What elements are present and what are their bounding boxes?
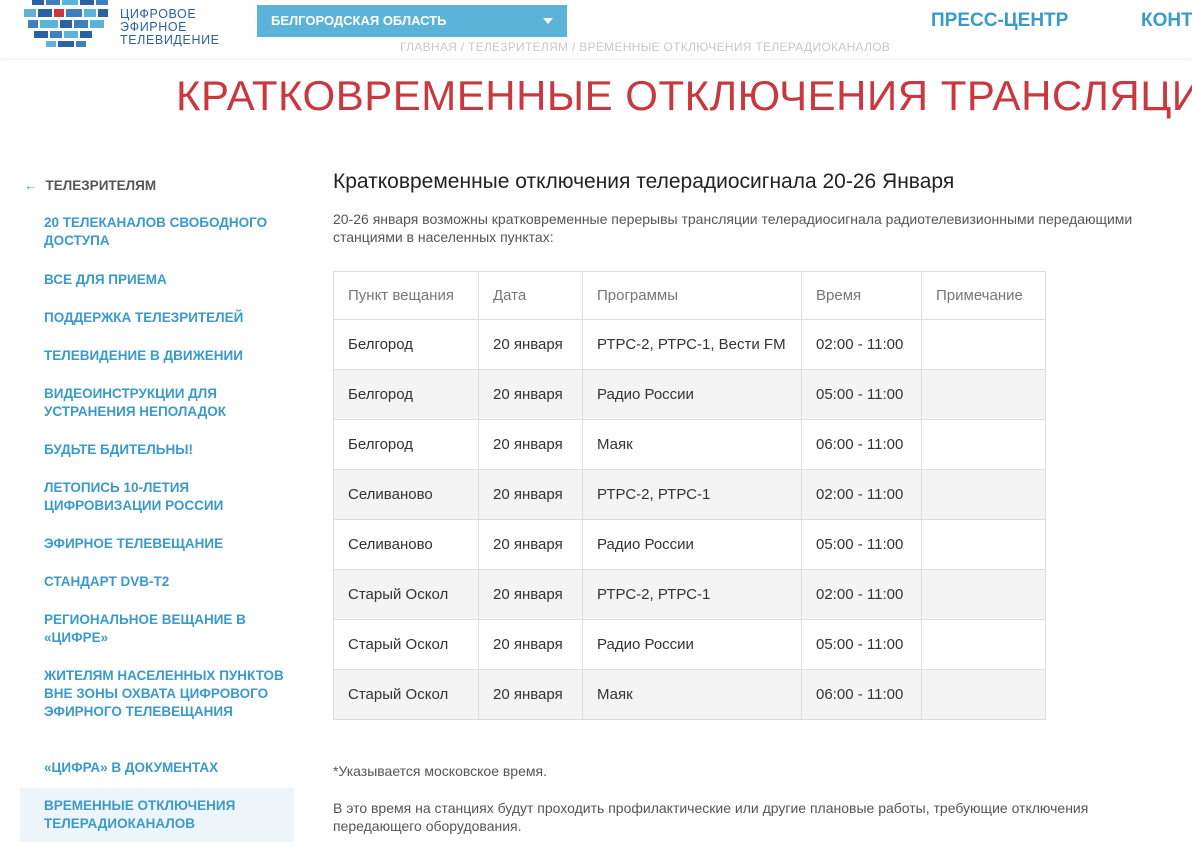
site-logo[interactable]: ЦИФРОВОЕ ЭФИРНОЕ ТЕЛЕВИДЕНИЕ (24, 0, 224, 52)
logo-line: ТЕЛЕВИДЕНИЕ (120, 33, 220, 47)
cell-date: 20 января (478, 569, 583, 620)
page-title: КРАТКОВРЕМЕННЫЕ ОТКЛЮЧЕНИЯ ТРАНСЛЯЦИИ (176, 72, 1192, 119)
cell-location: Селиваново (333, 519, 479, 570)
cell-date: 20 января (478, 519, 583, 570)
column-header: Время (801, 271, 922, 320)
column-header: Программы (582, 271, 802, 320)
cell-location: Белгород (333, 419, 479, 470)
cell-location: Старый Оскол (333, 669, 479, 720)
outage-table: Пункт вещания Дата Программы Время Приме… (333, 271, 1046, 720)
cell-programs: Маяк (582, 669, 802, 720)
note-maintenance: В это время на станциях будут проходить … (333, 800, 1089, 834)
cell-programs: Радио России (582, 619, 802, 670)
cell-time: 02:00 - 11:00 (801, 319, 922, 370)
cell-note (921, 369, 1046, 420)
cell-programs: РТРС-2, РТРС-1, Вести FM (582, 319, 802, 370)
back-link-label: ТЕЛЕЗРИТЕЛЯМ (45, 178, 157, 193)
table-row: Старый Оскол 20 января Маяк 06:00 - 11:0… (333, 669, 1046, 720)
table-row: Селиваново 20 января Радио России 05:00 … (333, 519, 1046, 570)
sidebar-item-broadcasting[interactable]: ЭФИРНОЕ ТЕЛЕВЕЩАНИЕ (44, 535, 284, 553)
cell-time: 06:00 - 11:00 (801, 419, 922, 470)
cell-date: 20 января (478, 669, 583, 720)
cell-location: Старый Оскол (333, 569, 479, 620)
sidebar-item-regional[interactable]: РЕГИОНАЛЬНОЕ ВЕЩАНИЕ В «ЦИФРЕ» (44, 611, 284, 647)
sidebar-item-dvb-t2[interactable]: СТАНДАРТ DVB-T2 (44, 573, 284, 591)
sidebar-item-outside-coverage[interactable]: ЖИТЕЛЯМ НАСЕЛЕННЫХ ПУНКТОВ ВНЕ ЗОНЫ ОХВА… (44, 667, 284, 721)
sidebar-item-be-vigilant[interactable]: БУДЬТЕ БДИТЕЛЬНЫ! (44, 441, 284, 459)
table-row: Белгород 20 января Радио России 05:00 - … (333, 369, 1046, 420)
column-header: Дата (478, 271, 583, 320)
cell-time: 06:00 - 11:00 (801, 669, 922, 720)
cell-date: 20 января (478, 619, 583, 670)
intro-text: 20-26 января возможны кратковременные пе… (333, 211, 1133, 245)
sidebar-item-tv-on-the-go[interactable]: ТЕЛЕВИДЕНИЕ В ДВИЖЕНИИ (44, 347, 284, 365)
cell-note (921, 669, 1046, 720)
nav-contacts[interactable]: КОНТАКТЫ (1141, 10, 1192, 32)
table-header-row: Пункт вещания Дата Программы Время Приме… (333, 271, 1046, 320)
logo-text: ЦИФРОВОЕ ЭФИРНОЕ ТЕЛЕВИДЕНИЕ (120, 8, 220, 47)
cell-note (921, 619, 1046, 670)
cell-location: Селиваново (333, 469, 479, 520)
sidebar-item-temporary-outages[interactable]: ВРЕМЕННЫЕ ОТКЛЮЧЕНИЯ ТЕЛЕРАДИОКАНАЛОВ (20, 788, 294, 842)
cell-location: Старый Оскол (333, 619, 479, 670)
cell-date: 20 января (478, 419, 583, 470)
cell-time: 02:00 - 11:00 (801, 469, 922, 520)
table-row: Старый Оскол 20 января Радио России 05:0… (333, 619, 1046, 670)
cell-note (921, 319, 1046, 370)
cell-date: 20 января (478, 319, 583, 370)
cell-time: 05:00 - 11:00 (801, 369, 922, 420)
cell-programs: Радио России (582, 369, 802, 420)
chevron-down-icon (543, 18, 553, 24)
region-select-value: БЕЛГОРОДСКАЯ ОБЛАСТЬ (271, 13, 447, 28)
cell-note (921, 419, 1046, 470)
sidebar-item-video-instructions[interactable]: ВИДЕОИНСТРУКЦИИ ДЛЯ УСТРАНЕНИЯ НЕПОЛАДОК (44, 385, 284, 421)
sidebar-item-free-channels[interactable]: 20 ТЕЛЕКАНАЛОВ СВОБОДНОГО ДОСТУПА (44, 214, 284, 250)
cell-programs: РТРС-2, РТРС-1 (582, 569, 802, 620)
back-to-viewers-link[interactable]: ← ТЕЛЕЗРИТЕЛЯМ (24, 178, 156, 193)
cell-programs: Маяк (582, 419, 802, 470)
cell-note (921, 569, 1046, 620)
column-header: Примечание (921, 271, 1046, 320)
cell-location: Белгород (333, 319, 479, 370)
cell-programs: Радио России (582, 519, 802, 570)
table-row: Белгород 20 января Маяк 06:00 - 11:00 (333, 419, 1046, 470)
cell-note (921, 519, 1046, 570)
logo-mosaic-icon (24, 0, 108, 47)
cell-time: 02:00 - 11:00 (801, 569, 922, 620)
cell-note (921, 469, 1046, 520)
cell-time: 05:00 - 11:00 (801, 519, 922, 570)
arrow-left-icon: ← (24, 178, 38, 193)
sidebar-item-support[interactable]: ПОДДЕРЖКА ТЕЛЕЗРИТЕЛЕЙ (44, 309, 284, 327)
region-select[interactable]: БЕЛГОРОДСКАЯ ОБЛАСТЬ (257, 5, 567, 37)
table-row: Белгород 20 января РТРС-2, РТРС-1, Вести… (333, 319, 1046, 370)
nav-press-center[interactable]: ПРЕСС-ЦЕНТР (931, 10, 1068, 32)
content-title: Кратковременные отключения телерадиосигн… (333, 170, 955, 193)
sidebar-item-chronicle[interactable]: ЛЕТОПИСЬ 10-ЛЕТИЯ ЦИФРОВИЗАЦИИ РОССИИ (44, 479, 284, 515)
cell-time: 05:00 - 11:00 (801, 619, 922, 670)
table-row: Старый Оскол 20 января РТРС-2, РТРС-1 02… (333, 569, 1046, 620)
sidebar-item-documents[interactable]: «ЦИФРА» В ДОКУМЕНТАХ (44, 759, 284, 777)
column-header: Пункт вещания (333, 271, 479, 320)
cell-date: 20 января (478, 469, 583, 520)
cell-date: 20 января (478, 369, 583, 420)
breadcrumb: ГЛАВНАЯ / ТЕЛЕЗРИТЕЛЯМ / ВРЕМЕННЫЕ ОТКЛЮ… (400, 40, 891, 54)
cell-location: Белгород (333, 369, 479, 420)
cell-programs: РТРС-2, РТРС-1 (582, 469, 802, 520)
table-row: Селиваново 20 января РТРС-2, РТРС-1 02:0… (333, 469, 1046, 520)
sidebar-item-reception[interactable]: ВСЕ ДЛЯ ПРИЕМА (44, 271, 284, 289)
note-moscow-time: *Указывается московское время. (333, 763, 547, 779)
